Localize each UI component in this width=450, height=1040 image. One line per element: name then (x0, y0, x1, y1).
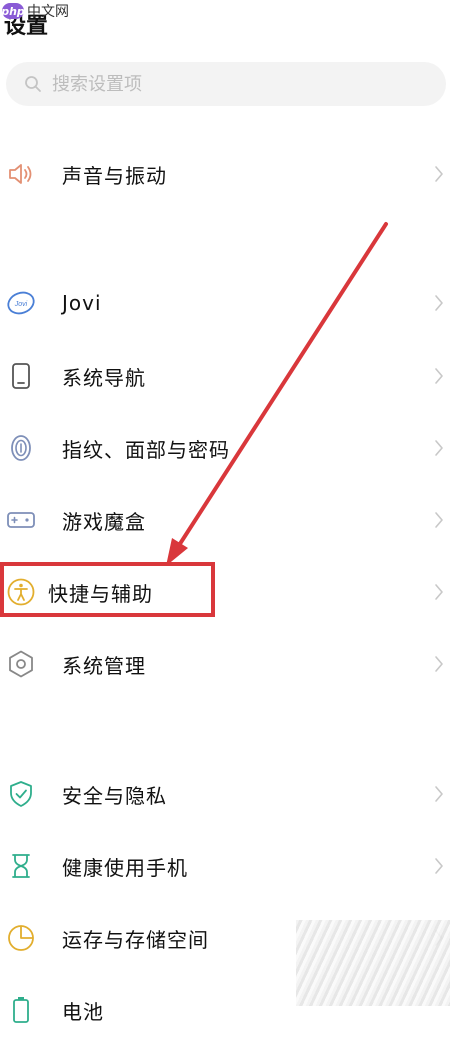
hourglass-icon (6, 851, 36, 881)
chevron-right-icon (434, 510, 444, 530)
settings-item-jovi[interactable]: Jovi Jovi (0, 273, 450, 333)
storage-icon (6, 923, 36, 953)
battery-icon (6, 995, 36, 1025)
chevron-right-icon (434, 293, 444, 313)
chevron-right-icon (434, 784, 444, 804)
settings-item-game-box[interactable]: 游戏魔盒 (0, 490, 450, 550)
settings-item-label: 运存与存储空间 (62, 927, 209, 952)
settings-item-sound-vibration[interactable]: 声音与振动 (0, 144, 450, 204)
watermark: php 中文网 (1, 0, 69, 22)
settings-item-label: 电池 (62, 999, 104, 1024)
shield-icon (6, 779, 36, 809)
chevron-right-icon (434, 582, 444, 602)
settings-item-label: 系统导航 (62, 365, 146, 390)
settings-item-label: 声音与振动 (62, 163, 167, 188)
gamepad-icon (6, 505, 36, 535)
watermark-text: 中文网 (27, 4, 69, 20)
speaker-icon (6, 159, 36, 189)
chevron-right-icon (434, 366, 444, 386)
settings-item-healthy-phone-use[interactable]: 健康使用手机 (0, 836, 450, 896)
settings-item-system-management[interactable]: 系统管理 (0, 634, 450, 694)
settings-item-label: 安全与隐私 (62, 783, 167, 808)
settings-item-fingerprint-face-password[interactable]: 指纹、面部与密码 (0, 418, 450, 478)
search-icon (25, 76, 41, 92)
search-bar[interactable] (6, 62, 446, 106)
settings-item-label: 指纹、面部与密码 (62, 437, 230, 462)
settings-item-label: 健康使用手机 (62, 855, 188, 880)
jovi-icon: Jovi (6, 288, 36, 318)
settings-item-label: 系统管理 (62, 653, 146, 678)
hexagon-icon (6, 649, 36, 679)
phone-icon (6, 361, 36, 391)
settings-item-system-navigation[interactable]: 系统导航 (0, 346, 450, 406)
chevron-right-icon (434, 164, 444, 184)
search-input[interactable] (52, 73, 392, 95)
chevron-right-icon (434, 654, 444, 674)
annotation-highlight-box (0, 562, 215, 617)
svg-text:Jovi: Jovi (14, 301, 28, 308)
watermark-logo: php (1, 3, 25, 19)
settings-item-label: 游戏魔盒 (62, 509, 146, 534)
chevron-right-icon (434, 438, 444, 458)
settings-item-label: Jovi (62, 291, 102, 315)
settings-item-security-privacy[interactable]: 安全与隐私 (0, 764, 450, 824)
fingerprint-icon (6, 433, 36, 463)
blurred-region (296, 920, 450, 1006)
chevron-right-icon (434, 856, 444, 876)
